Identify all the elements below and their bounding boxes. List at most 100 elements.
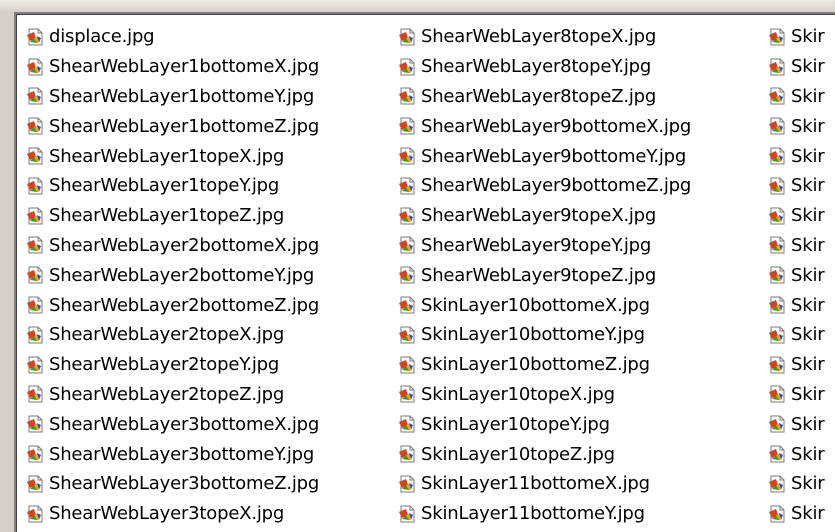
jpeg-image-file-icon [398, 86, 418, 106]
file-list-item[interactable]: ShearWebLayer9topeY.jpg [398, 231, 691, 261]
file-name-label: Skir [791, 503, 825, 525]
file-list-item[interactable]: Skir [768, 231, 825, 261]
file-list-item[interactable]: ShearWebLayer1topeY.jpg [26, 171, 319, 201]
jpeg-image-file-icon [768, 176, 788, 196]
file-list-item[interactable]: ShearWebLayer8topeX.jpg [398, 22, 691, 52]
file-list-item[interactable]: ShearWebLayer2bottomeY.jpg [26, 260, 319, 290]
jpeg-image-file-icon [398, 325, 418, 345]
file-list-item[interactable]: ShearWebLayer1bottomeZ.jpg [26, 111, 319, 141]
file-list-item[interactable]: ShearWebLayer3bottomeX.jpg [26, 409, 319, 439]
file-list-item[interactable]: SkinLayer11bottomeY.jpg [398, 499, 691, 529]
jpeg-image-file-icon [768, 86, 788, 106]
file-list-item[interactable]: SkinLayer10bottomeY.jpg [398, 320, 691, 350]
file-list-item[interactable]: Skir [768, 82, 825, 112]
file-list-item[interactable]: ShearWebLayer1bottomeY.jpg [26, 82, 319, 112]
file-list-item[interactable]: ShearWebLayer2topeY.jpg [26, 350, 319, 380]
file-list-item[interactable]: Skir [768, 22, 825, 52]
file-list-item[interactable]: ShearWebLayer8topeZ.jpg [398, 82, 691, 112]
file-name-label: Skir [791, 26, 825, 48]
file-name-label: ShearWebLayer1topeX.jpg [49, 145, 285, 167]
file-list-item[interactable]: ShearWebLayer9topeX.jpg [398, 201, 691, 231]
explorer-window: displace.jpg ShearWebLayer1bottomeX.jpg Sh… [0, 0, 835, 532]
file-name-label: ShearWebLayer2bottomeX.jpg [49, 234, 320, 256]
file-list-item[interactable]: ShearWebLayer3bottomeZ.jpg [26, 469, 319, 499]
file-name-label: ShearWebLayer3topeX.jpg [49, 503, 285, 525]
file-list-item[interactable]: Skir [768, 171, 825, 201]
file-list-item[interactable]: ShearWebLayer2bottomeX.jpg [26, 231, 319, 261]
jpeg-image-file-icon [768, 325, 788, 345]
jpeg-image-file-icon [398, 116, 418, 136]
file-list-item[interactable]: Skir [768, 380, 825, 410]
file-list-item[interactable]: ShearWebLayer8topeY.jpg [398, 52, 691, 82]
file-name-label: ShearWebLayer9bottomeZ.jpg [421, 175, 692, 197]
file-list-item[interactable]: Skir [768, 201, 825, 231]
jpeg-image-file-icon [26, 265, 46, 285]
file-name-label: SkinLayer10bottomeX.jpg [421, 294, 650, 316]
file-list-item[interactable]: ShearWebLayer9bottomeZ.jpg [398, 171, 691, 201]
file-list-column-2: ShearWebLayer8topeX.jpg ShearWebLayer8top… [398, 22, 691, 529]
file-list-item[interactable]: Skir [768, 469, 825, 499]
file-name-label: SkinLayer11bottomeX.jpg [421, 473, 650, 495]
file-list-item[interactable]: Skir [768, 260, 825, 290]
file-list-item[interactable]: Skir [768, 499, 825, 529]
file-list-item[interactable]: SkinLayer10topeZ.jpg [398, 439, 691, 469]
file-list-item[interactable]: ShearWebLayer9bottomeY.jpg [398, 141, 691, 171]
jpeg-image-file-icon [26, 27, 46, 47]
file-list-item[interactable]: Skir [768, 439, 825, 469]
file-name-label: Skir [791, 85, 825, 107]
jpeg-image-file-icon [398, 235, 418, 255]
jpeg-image-file-icon [398, 414, 418, 434]
file-list-item[interactable]: ShearWebLayer3bottomeY.jpg [26, 439, 319, 469]
file-name-label: ShearWebLayer9topeZ.jpg [421, 264, 657, 286]
file-name-label: Skir [791, 205, 825, 227]
file-name-label: Skir [791, 443, 825, 465]
file-list-item[interactable]: ShearWebLayer2bottomeZ.jpg [26, 290, 319, 320]
jpeg-image-file-icon [26, 295, 46, 315]
file-list-item[interactable]: ShearWebLayer9bottomeX.jpg [398, 111, 691, 141]
file-name-label: Skir [791, 145, 825, 167]
file-list-item[interactable]: SkinLayer11bottomeX.jpg [398, 469, 691, 499]
jpeg-image-file-icon [768, 235, 788, 255]
file-name-label: SkinLayer11bottomeY.jpg [421, 503, 645, 525]
file-name-label: ShearWebLayer2bottomeY.jpg [49, 264, 315, 286]
file-list-item[interactable]: ShearWebLayer9topeZ.jpg [398, 260, 691, 290]
file-name-label: ShearWebLayer2bottomeZ.jpg [49, 294, 320, 316]
jpeg-image-file-icon [26, 116, 46, 136]
file-name-label: Skir [791, 383, 825, 405]
jpeg-image-file-icon [26, 176, 46, 196]
jpeg-image-file-icon [768, 414, 788, 434]
file-list-item[interactable]: Skir [768, 409, 825, 439]
file-list-item[interactable]: SkinLayer10bottomeZ.jpg [398, 350, 691, 380]
file-list-item[interactable]: ShearWebLayer1bottomeX.jpg [26, 52, 319, 82]
file-name-label: SkinLayer10topeY.jpg [421, 413, 610, 435]
file-list-item[interactable]: Skir [768, 350, 825, 380]
file-name-label: ShearWebLayer9topeX.jpg [421, 205, 657, 227]
file-name-label: SkinLayer10topeZ.jpg [421, 443, 615, 465]
file-list-item[interactable]: Skir [768, 290, 825, 320]
file-name-label: ShearWebLayer3bottomeY.jpg [49, 443, 315, 465]
file-list-item[interactable]: ShearWebLayer1topeX.jpg [26, 141, 319, 171]
file-name-label: Skir [791, 115, 825, 137]
file-list-item[interactable]: SkinLayer10topeX.jpg [398, 380, 691, 410]
file-list-item[interactable]: ShearWebLayer3topeX.jpg [26, 499, 319, 529]
file-name-label: Skir [791, 234, 825, 256]
jpeg-image-file-icon [768, 146, 788, 166]
jpeg-image-file-icon [26, 146, 46, 166]
file-list-item[interactable]: ShearWebLayer2topeZ.jpg [26, 380, 319, 410]
jpeg-image-file-icon [26, 355, 46, 375]
file-name-label: Skir [791, 264, 825, 286]
file-list-item[interactable]: SkinLayer10bottomeX.jpg [398, 290, 691, 320]
file-list-item[interactable]: SkinLayer10topeY.jpg [398, 409, 691, 439]
file-list-item[interactable]: displace.jpg [26, 22, 319, 52]
file-list-item[interactable]: Skir [768, 52, 825, 82]
file-name-label: ShearWebLayer2topeY.jpg [49, 354, 280, 376]
file-list-item[interactable]: Skir [768, 141, 825, 171]
jpeg-image-file-icon [398, 504, 418, 524]
jpeg-image-file-icon [26, 504, 46, 524]
file-list-item[interactable]: ShearWebLayer1topeZ.jpg [26, 201, 319, 231]
file-list-view[interactable]: displace.jpg ShearWebLayer1bottomeX.jpg Sh… [14, 12, 835, 532]
jpeg-image-file-icon [398, 444, 418, 464]
file-list-item[interactable]: ShearWebLayer2topeX.jpg [26, 320, 319, 350]
file-list-item[interactable]: Skir [768, 320, 825, 350]
file-list-item[interactable]: Skir [768, 111, 825, 141]
